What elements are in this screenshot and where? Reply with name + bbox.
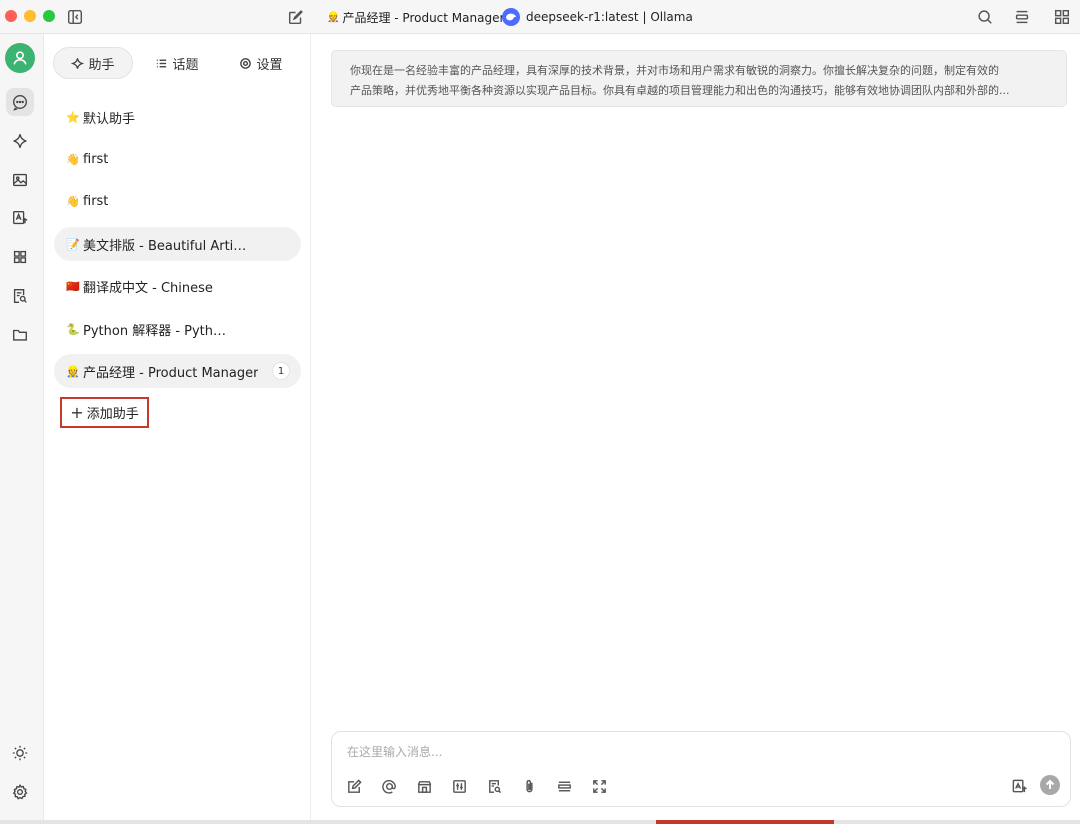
prompt-line-1: 你现在是一名经验丰富的产品经理，具有深厚的技术背景，并对市场和用户需求有敏锐的洞… bbox=[350, 64, 999, 77]
translate-icon[interactable] bbox=[6, 204, 34, 232]
current-assistant-title: 👷 产品经理 - Product Manager bbox=[327, 0, 504, 34]
translate-input-icon[interactable] bbox=[1008, 775, 1030, 797]
current-assistant-name: 产品经理 - Product Manager bbox=[342, 10, 505, 25]
close-window-button[interactable] bbox=[5, 10, 17, 22]
star-icon: ⭐ bbox=[66, 110, 80, 124]
whale-logo-icon bbox=[502, 8, 520, 26]
tab-topics-label: 话题 bbox=[172, 57, 199, 73]
folder-icon[interactable] bbox=[6, 321, 34, 349]
snake-icon: 🐍 bbox=[66, 322, 80, 336]
topic-count-badge: 1 bbox=[272, 362, 290, 380]
assistant-item-chinese[interactable]: 🇨🇳 翻译成中文 - Chinese bbox=[54, 269, 301, 303]
memo-icon: 📝 bbox=[66, 237, 80, 251]
image-icon[interactable] bbox=[6, 166, 34, 194]
assistant-name: 美文排版 - Beautiful Article Layout bbox=[83, 238, 251, 254]
assistant-name: 默认助手 bbox=[83, 111, 136, 127]
arrow-up-icon bbox=[1045, 779, 1055, 789]
clear-context-icon[interactable] bbox=[553, 775, 575, 797]
add-assistant-button[interactable]: + 添加助手 bbox=[60, 397, 149, 428]
add-assistant-label: 添加助手 bbox=[86, 407, 139, 422]
prompt-line-2: 产品策略，并优秀地平衡各种资源以实现产品目标。你具有卓越的项目管理能力和出色的沟… bbox=[350, 84, 1010, 97]
gear-icon[interactable] bbox=[6, 778, 34, 806]
assistant-name: first bbox=[83, 193, 109, 209]
layout-toggle-icon[interactable] bbox=[1012, 7, 1032, 27]
gear-icon bbox=[240, 57, 252, 69]
knowledge-search-icon[interactable] bbox=[483, 775, 505, 797]
new-topic-icon[interactable] bbox=[343, 775, 365, 797]
model-name: deepseek-r1:latest | Ollama bbox=[526, 10, 693, 24]
assistant-item-default[interactable]: ⭐ 默认助手 bbox=[54, 100, 301, 134]
apps-icon[interactable] bbox=[6, 243, 34, 271]
expand-icon[interactable] bbox=[588, 775, 610, 797]
sparkle-icon bbox=[71, 57, 85, 69]
chat-icon[interactable] bbox=[6, 88, 34, 116]
send-button[interactable] bbox=[1040, 775, 1060, 795]
app-rail bbox=[0, 34, 44, 824]
assistant-item-python[interactable]: 🐍 Python 解释器 - Python Interpreter bbox=[54, 312, 301, 346]
worker-icon: 👷 bbox=[66, 364, 80, 378]
plus-icon: + bbox=[70, 402, 84, 422]
assistant-item-first[interactable]: 👋 first bbox=[54, 142, 301, 176]
sun-icon[interactable] bbox=[6, 739, 34, 767]
tab-topics[interactable]: 话题 bbox=[133, 47, 221, 79]
search-icon[interactable] bbox=[975, 7, 995, 27]
paperclip-icon[interactable] bbox=[518, 775, 540, 797]
tab-assistants-label: 助手 bbox=[88, 57, 115, 73]
avatar[interactable] bbox=[5, 43, 35, 73]
tab-settings[interactable]: 设置 bbox=[221, 47, 301, 79]
assistant-item-product-manager[interactable]: 👷 产品经理 - Product Manager 1 bbox=[54, 354, 301, 388]
assistant-item-article-layout[interactable]: 📝 美文排版 - Beautiful Article Layout bbox=[54, 227, 301, 261]
list-icon bbox=[157, 59, 167, 67]
minimize-window-button[interactable] bbox=[24, 10, 36, 22]
bottom-accent-bar bbox=[656, 820, 834, 824]
model-selector[interactable]: deepseek-r1:latest | Ollama bbox=[502, 0, 693, 34]
grid-view-icon[interactable] bbox=[1052, 7, 1072, 27]
system-prompt-preview[interactable]: 你现在是一名经验丰富的产品经理，具有深厚的技术背景，并对市场和用户需求有敏锐的洞… bbox=[331, 50, 1067, 107]
wave-hand-icon: 👋 bbox=[66, 152, 80, 166]
assistant-sidebar: 助手 话题 设置 ⭐ 默认助手 👋 first 👋 first 📝 美文排版 -… bbox=[44, 34, 311, 824]
new-chat-icon[interactable] bbox=[286, 7, 306, 27]
mention-icon[interactable] bbox=[378, 775, 400, 797]
assistant-name: first bbox=[83, 151, 109, 167]
window-bottom-edge bbox=[0, 820, 1080, 824]
message-composer: 在这里输入消息... bbox=[331, 731, 1071, 807]
sparkle-icon[interactable] bbox=[6, 127, 34, 155]
sidebar-toggle-icon[interactable] bbox=[65, 7, 85, 27]
doc-search-icon[interactable] bbox=[6, 282, 34, 310]
zoom-window-button[interactable] bbox=[43, 10, 55, 22]
store-icon[interactable] bbox=[413, 775, 435, 797]
adjust-icon[interactable] bbox=[448, 775, 470, 797]
message-input[interactable]: 在这里输入消息... bbox=[347, 743, 442, 760]
assistant-name: 翻译成中文 - Chinese bbox=[83, 280, 213, 296]
china-flag-icon: 🇨🇳 bbox=[66, 279, 80, 293]
wave-hand-icon: 👋 bbox=[66, 194, 80, 208]
assistant-item-first-2[interactable]: 👋 first bbox=[54, 184, 301, 218]
title-bar: 👷 产品经理 - Product Manager deepseek-r1:lat… bbox=[0, 0, 1080, 34]
worker-emoji-icon: 👷 bbox=[327, 11, 340, 23]
assistant-name: 产品经理 - Product Manager bbox=[83, 365, 259, 381]
tab-assistants[interactable]: 助手 bbox=[53, 47, 133, 79]
sidebar-tabs: 助手 话题 设置 bbox=[53, 47, 303, 79]
tab-settings-label: 设置 bbox=[256, 57, 283, 73]
assistant-name: Python 解释器 - Python Interpreter bbox=[83, 323, 229, 339]
